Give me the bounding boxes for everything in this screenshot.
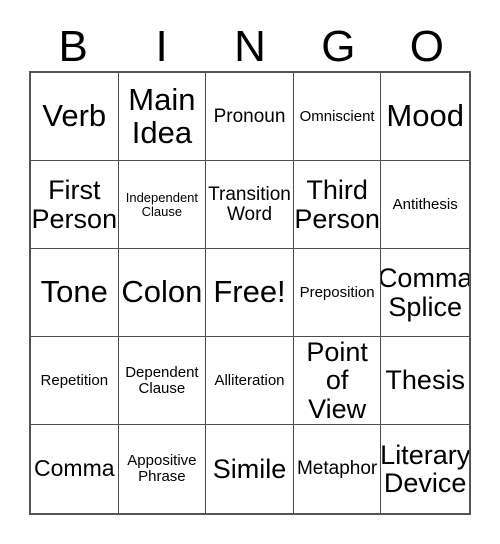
bingo-header-letter: O — [409, 22, 444, 71]
bingo-cell[interactable]: Mood — [381, 73, 469, 161]
bingo-cell[interactable]: Third Person — [293, 161, 382, 249]
bingo-cell[interactable]: Verb — [31, 73, 119, 161]
bingo-cell-label: Metaphor — [296, 458, 378, 480]
bingo-header-letter: B — [58, 22, 88, 71]
bingo-cell[interactable]: Antithesis — [381, 161, 469, 249]
bingo-cell-label: Literary Device — [381, 439, 469, 498]
bingo-cell-label: Comma Splice — [381, 263, 469, 322]
bingo-cell-label: Pronoun — [213, 105, 286, 127]
bingo-cell[interactable]: Comma — [31, 425, 119, 513]
bingo-cell-label: Point of View — [306, 337, 368, 424]
bingo-cell-label: Third Person — [294, 175, 380, 234]
bingo-cell[interactable]: Dependent Clause — [118, 337, 207, 425]
bingo-header-cell-g: G — [294, 18, 382, 71]
bingo-cell[interactable]: Independent Clause — [118, 161, 207, 249]
bingo-cell-label: Transition Word — [208, 183, 291, 225]
bingo-header-cell-b: B — [29, 18, 117, 71]
bingo-cell[interactable]: Appositive Phrase — [118, 425, 207, 513]
bingo-cell-label: Mood — [386, 98, 464, 134]
bingo-cell[interactable]: Literary Device — [381, 425, 469, 513]
bingo-cell-label: Free! — [213, 274, 286, 310]
bingo-cell[interactable]: Alliteration — [206, 337, 294, 425]
bingo-cell-label: Dependent Clause — [125, 363, 199, 397]
bingo-cell[interactable]: Metaphor — [293, 425, 382, 513]
bingo-cell[interactable]: Transition Word — [206, 161, 294, 249]
bingo-cell[interactable]: Main Idea — [118, 73, 207, 161]
bingo-cell[interactable]: Simile — [206, 425, 294, 513]
bingo-cell-label: Alliteration — [214, 371, 285, 389]
bingo-cell[interactable]: First Person — [31, 161, 119, 249]
bingo-cell[interactable]: Preposition — [293, 249, 382, 337]
bingo-header-letter: N — [234, 22, 266, 71]
bingo-cell-label: Omniscient — [299, 107, 375, 125]
bingo-cell-label: Comma — [34, 455, 115, 482]
bingo-cell[interactable]: Tone — [31, 249, 119, 337]
bingo-cell[interactable]: Thesis — [381, 337, 469, 425]
bingo-cell-label: Tone — [40, 274, 108, 310]
bingo-card: B I N G O Verb Main Idea Pronoun Omniscient… — [0, 0, 500, 544]
bingo-header-letter: I — [155, 22, 168, 71]
bingo-cell-label: Repetition — [40, 371, 109, 389]
bingo-cell-label: Thesis — [385, 365, 465, 396]
bingo-header-cell-i: I — [117, 18, 205, 71]
bingo-cell-label: Main Idea — [128, 82, 196, 150]
bingo-cell[interactable]: Free! — [206, 249, 294, 337]
bingo-cell-label: First Person — [31, 175, 118, 234]
bingo-cell-label: Verb — [42, 98, 107, 134]
bingo-cell[interactable]: Omniscient — [293, 73, 382, 161]
bingo-header-cell-o: O — [383, 18, 471, 71]
bingo-header-letter: G — [321, 22, 356, 71]
bingo-grid: Verb Main Idea Pronoun Omniscient Mood First … — [29, 71, 471, 515]
bingo-cell[interactable]: Point of View — [293, 337, 382, 425]
bingo-cell-label: Antithesis — [392, 195, 458, 213]
bingo-cell-label: Appositive Phrase — [127, 452, 197, 485]
bingo-header-row: B I N G O — [29, 18, 471, 71]
bingo-cell-label: Preposition — [299, 283, 375, 301]
bingo-cell-label: Colon — [121, 274, 203, 310]
bingo-cell[interactable]: Pronoun — [206, 73, 294, 161]
bingo-cell-label: Independent Clause — [125, 189, 199, 219]
bingo-cell[interactable]: Repetition — [31, 337, 119, 425]
bingo-cell-label: Simile — [212, 453, 287, 484]
bingo-cell[interactable]: Comma Splice — [381, 249, 469, 337]
bingo-header-cell-n: N — [206, 18, 294, 71]
bingo-cell[interactable]: Colon — [118, 249, 207, 337]
